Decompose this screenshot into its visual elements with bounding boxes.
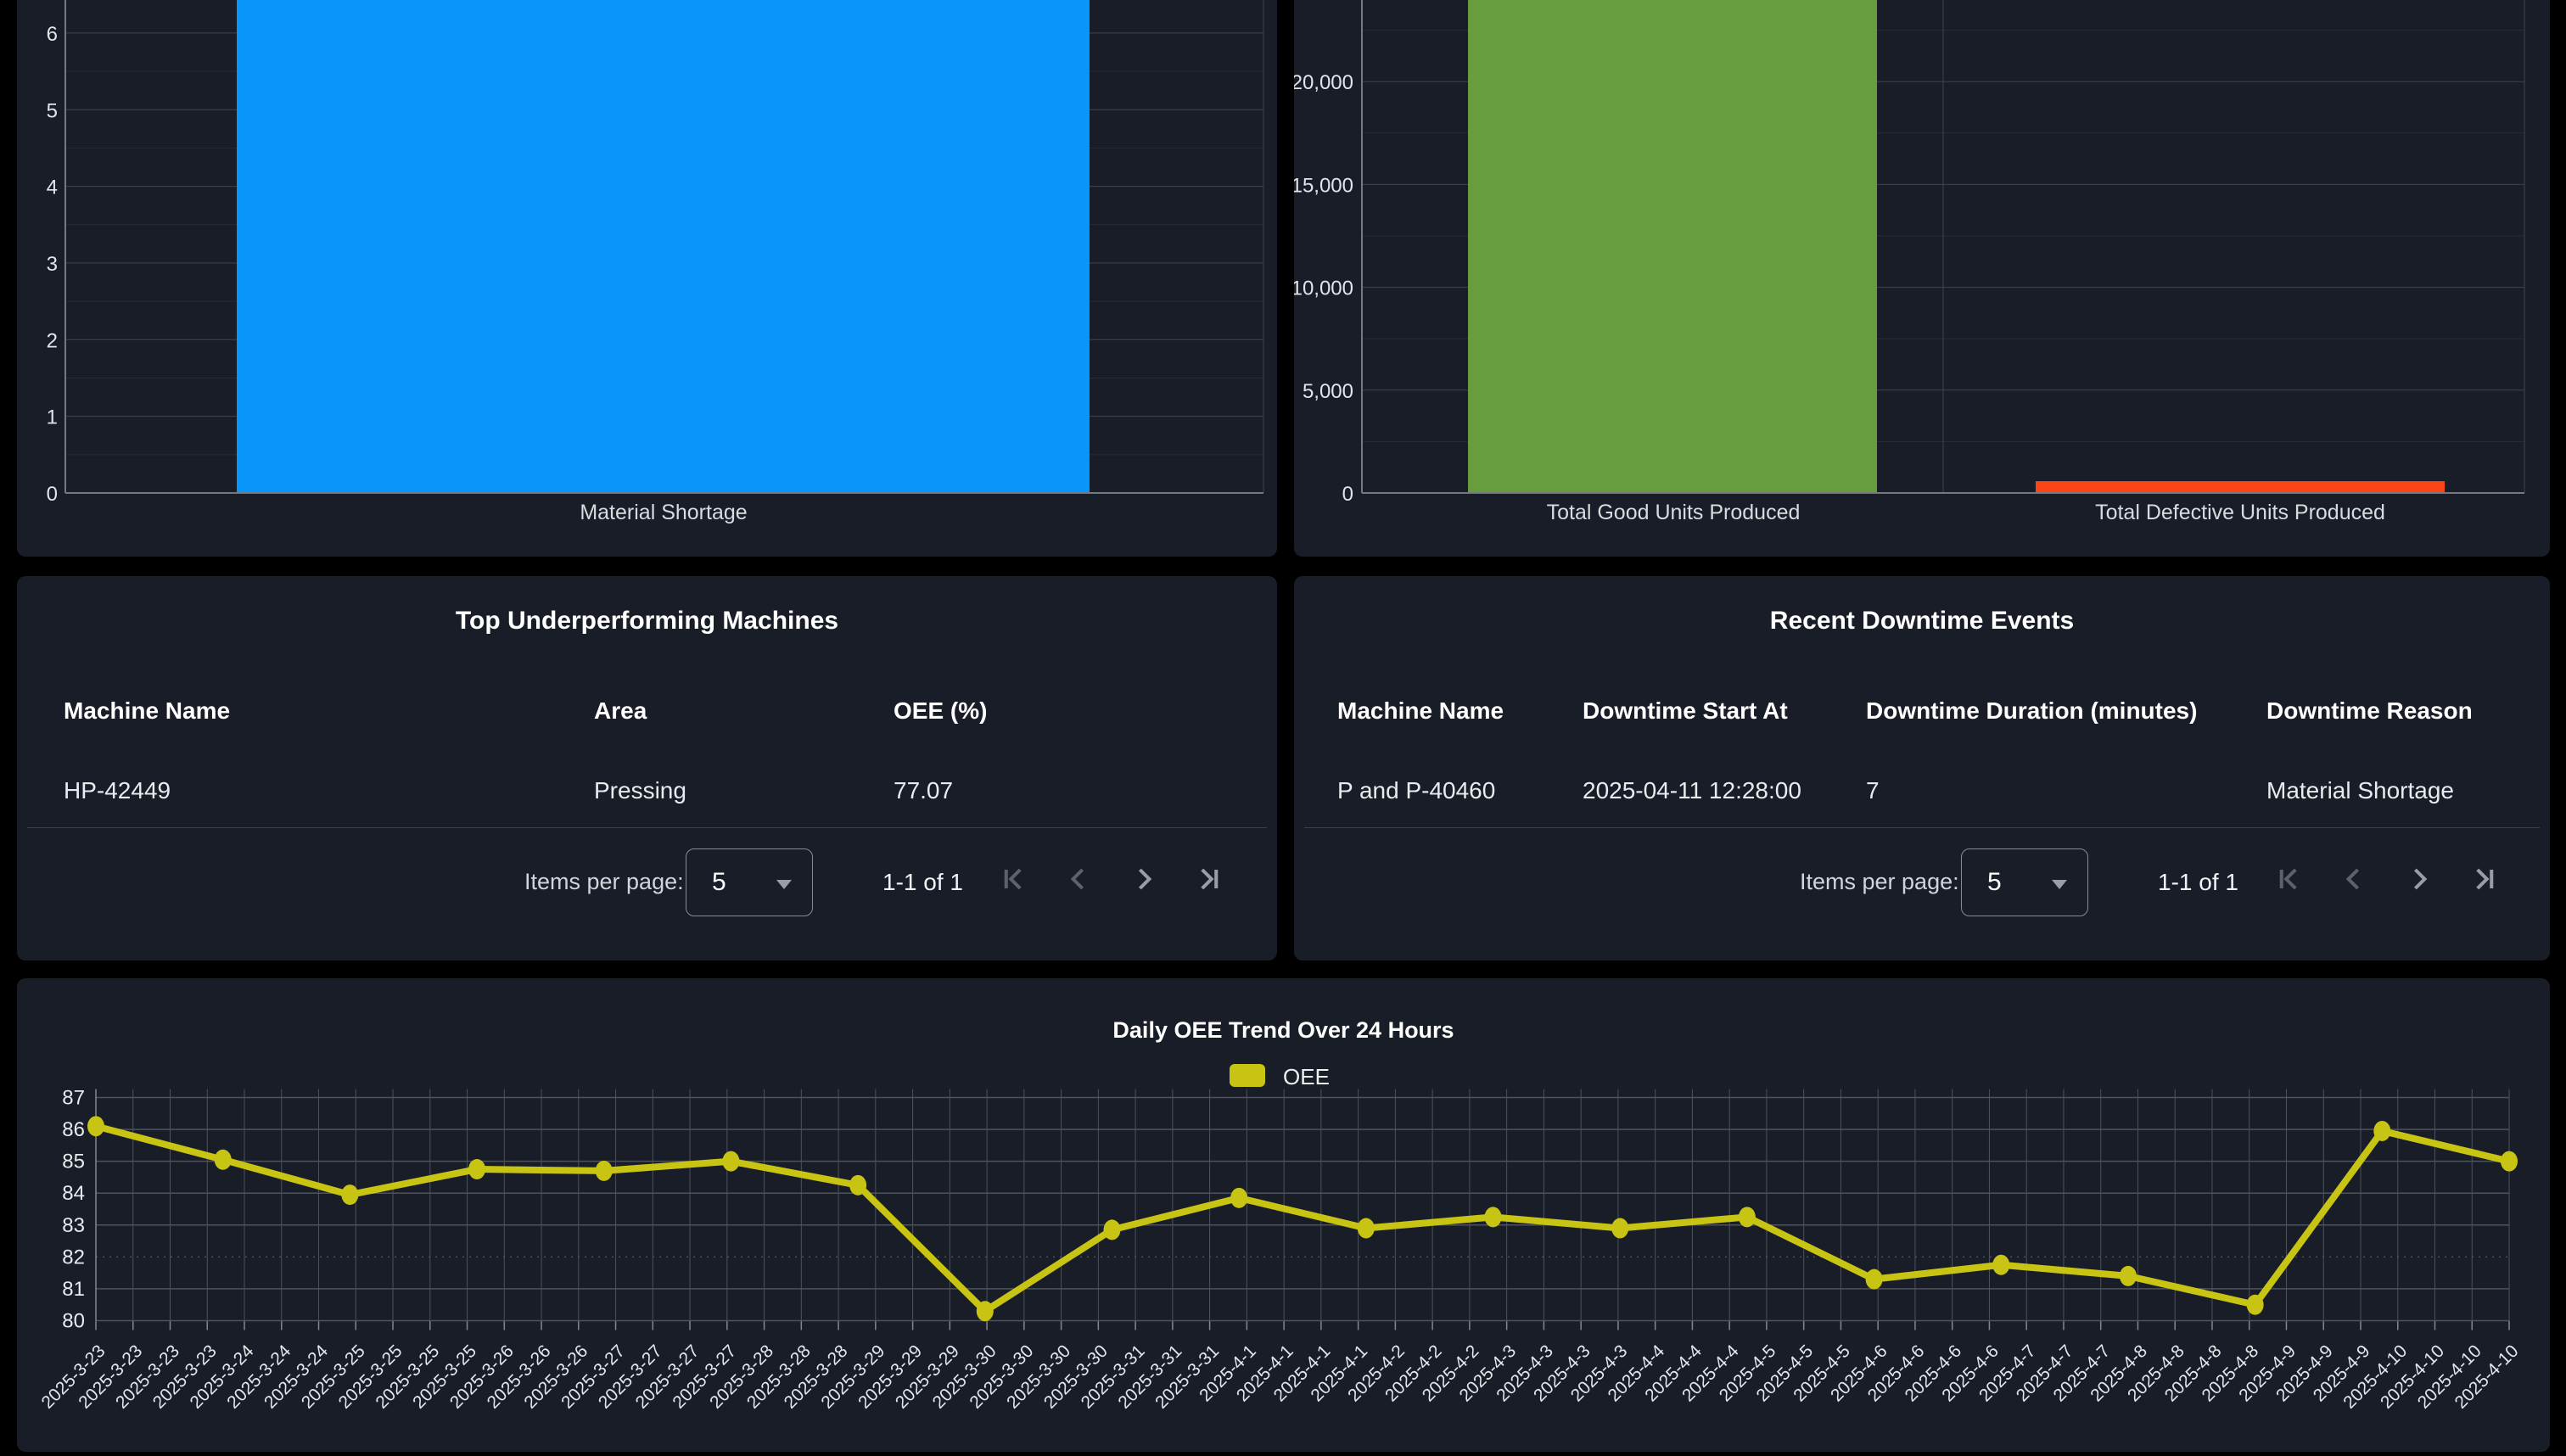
column-header-machine-name: Machine Name (64, 697, 230, 725)
svg-text:15,000: 15,000 (1294, 174, 1353, 197)
items-per-page-label: Items per page: (524, 869, 684, 895)
svg-text:87: 87 (62, 1087, 85, 1110)
svg-text:84: 84 (62, 1182, 85, 1205)
svg-text:1: 1 (47, 406, 58, 429)
svg-text:3: 3 (47, 253, 58, 276)
items-per-page-label: Items per page: (1800, 869, 1959, 895)
column-header-downtime-duration: Downtime Duration (minutes) (1866, 697, 2197, 725)
column-header-machine-name: Machine Name (1337, 697, 1504, 725)
cell-oee: 77.07 (894, 777, 953, 804)
panel-production-units-chart: 0 5,000 10,000 15,000 20,000 Total Good Units… (1294, 0, 2550, 557)
chevron-down-icon (2052, 880, 2067, 889)
row-divider (1304, 827, 2540, 828)
production-units-bar-chart: 0 5,000 10,000 15,000 20,000 Total Good Units… (1294, 0, 2550, 557)
column-header-oee: OEE (%) (894, 697, 987, 725)
svg-text:10,000: 10,000 (1294, 277, 1353, 300)
first-page-icon (2270, 860, 2307, 898)
last-page-icon (2466, 860, 2503, 898)
svg-text:86: 86 (62, 1118, 85, 1141)
svg-text:85: 85 (62, 1151, 85, 1173)
first-page-button[interactable] (994, 860, 1032, 898)
svg-text:Total Defective Units Produced: Total Defective Units Produced (2095, 501, 2385, 524)
cell-downtime-reason: Material Shortage (2266, 777, 2454, 804)
svg-text:4: 4 (47, 176, 58, 199)
chevron-down-icon (776, 880, 792, 889)
table-title: Recent Downtime Events (1294, 607, 2550, 636)
panel-downtime-by-reason-chart: 0 1 2 3 4 5 6 Material Shortage (17, 0, 1277, 557)
dashboard: 0 1 2 3 4 5 6 Material Shortage 0 5,000 10,000 15,… (0, 0, 2566, 1456)
svg-text:80: 80 (62, 1310, 85, 1333)
svg-text:5: 5 (47, 99, 58, 122)
svg-text:6: 6 (47, 23, 58, 46)
last-page-icon (1191, 860, 1228, 898)
last-page-button[interactable] (2466, 860, 2503, 898)
page-size-value: 5 (712, 868, 726, 897)
cell-area: Pressing (594, 777, 686, 804)
cell-downtime-start: 2025-04-11 12:28:00 (1583, 777, 1801, 804)
cell-downtime-duration: 7 (1866, 777, 1880, 804)
svg-text:0: 0 (1342, 483, 1353, 506)
first-page-icon (994, 860, 1032, 898)
page-range-label: 1-1 of 1 (882, 869, 963, 896)
svg-text:0: 0 (47, 483, 58, 506)
svg-text:2: 2 (47, 329, 58, 352)
svg-text:82: 82 (62, 1246, 85, 1268)
svg-text:20,000: 20,000 (1294, 71, 1353, 94)
downtime-by-reason-bar-chart: 0 1 2 3 4 5 6 Material Shortage (17, 0, 1277, 557)
svg-text:Total Good Units Produced: Total Good Units Produced (1547, 501, 1801, 524)
row-divider (27, 827, 1267, 828)
next-page-button[interactable] (2401, 860, 2438, 898)
oee-trend-line-chart: 2025-3-232025-3-232025-3-232025-3-232025… (17, 978, 2550, 1452)
chevron-left-icon (1060, 860, 1097, 898)
column-header-area: Area (594, 697, 647, 725)
page-size-select[interactable]: 5 (1961, 848, 2088, 916)
page-range-label: 1-1 of 1 (2158, 869, 2238, 896)
cell-machine-name: P and P-40460 (1337, 777, 1495, 804)
chevron-right-icon (1125, 860, 1163, 898)
panel-oee-trend-chart: Daily OEE Trend Over 24 Hours OEE 2025-3… (17, 978, 2550, 1452)
table-title: Top Underperforming Machines (17, 607, 1277, 636)
page-size-select[interactable]: 5 (686, 848, 813, 916)
chevron-left-icon (2335, 860, 2373, 898)
panel-recent-downtime-events: Recent Downtime Events Machine Name Down… (1294, 576, 2550, 960)
previous-page-button[interactable] (2335, 860, 2373, 898)
cell-machine-name: HP-42449 (64, 777, 171, 804)
svg-text:83: 83 (62, 1214, 85, 1237)
previous-page-button[interactable] (1060, 860, 1097, 898)
svg-text:81: 81 (62, 1278, 85, 1301)
paginator: Items per page: 5 1-1 of 1 (1294, 848, 2550, 916)
next-page-button[interactable] (1125, 860, 1163, 898)
svg-text:Material Shortage: Material Shortage (580, 501, 747, 524)
panel-top-underperforming-machines: Top Underperforming Machines Machine Nam… (17, 576, 1277, 960)
column-header-downtime-start: Downtime Start At (1583, 697, 1788, 725)
page-size-value: 5 (1987, 868, 2002, 897)
paginator: Items per page: 5 1-1 of 1 (17, 848, 1277, 916)
first-page-button[interactable] (2270, 860, 2307, 898)
column-header-downtime-reason: Downtime Reason (2266, 697, 2473, 725)
chevron-right-icon (2401, 860, 2438, 898)
svg-text:5,000: 5,000 (1303, 380, 1353, 403)
last-page-button[interactable] (1191, 860, 1228, 898)
